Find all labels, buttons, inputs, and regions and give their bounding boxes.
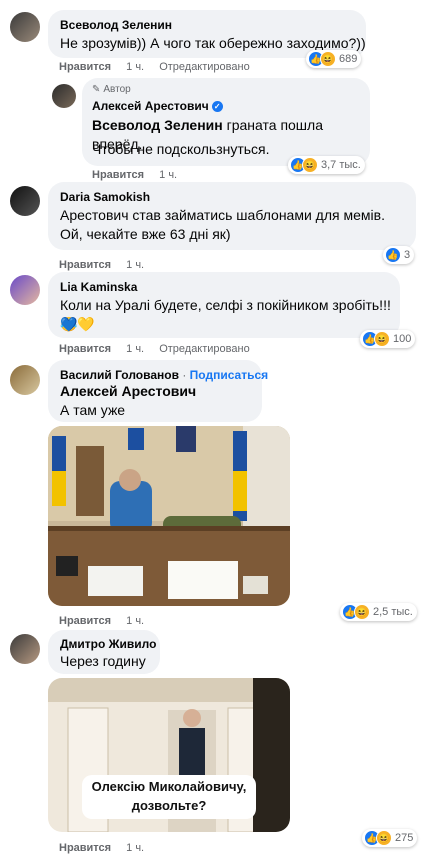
reaction-summary[interactable]: 👍 3 xyxy=(383,246,415,264)
comment-text: Через годину xyxy=(60,653,146,669)
haha-icon: 😆 xyxy=(376,830,392,846)
like-button[interactable]: Нравится xyxy=(59,259,111,271)
subscribe-link[interactable]: Подписаться xyxy=(190,368,268,382)
comment-text: Коли на Уралі будете, селфі з покійником… xyxy=(60,296,400,334)
comment-photo[interactable] xyxy=(48,426,290,606)
timestamp[interactable]: 1 ч. xyxy=(126,259,144,271)
avatar[interactable] xyxy=(10,275,40,305)
comment-author[interactable]: Daria Samokish xyxy=(60,190,150,204)
comment-actions: Нравится 1 ч. xyxy=(92,169,189,181)
like-button[interactable]: Нравится xyxy=(59,615,111,627)
comment-author[interactable]: Lia Kaminska xyxy=(60,280,137,294)
comment-actions: Нравится 1 ч. Отредактировано xyxy=(59,61,262,73)
avatar[interactable] xyxy=(10,634,40,664)
like-button[interactable]: Нравится xyxy=(92,169,144,181)
comment-bubble: Lia Kaminska Коли на Уралі будете, селфі… xyxy=(48,272,400,338)
reaction-count: 689 xyxy=(339,53,358,65)
avatar[interactable] xyxy=(10,365,40,395)
timestamp[interactable]: 1 ч. xyxy=(126,61,144,73)
reaction-count: 3,7 тыс. xyxy=(321,159,361,171)
like-button[interactable]: Нравится xyxy=(59,842,111,854)
verified-icon: ✓ xyxy=(211,101,223,113)
reaction-count: 2,5 тыс. xyxy=(373,606,413,618)
timestamp[interactable]: 1 ч. xyxy=(126,343,144,355)
avatar[interactable] xyxy=(10,186,40,216)
reaction-summary[interactable]: 👍 😆 689 xyxy=(306,50,362,68)
avatar[interactable] xyxy=(10,12,40,42)
reaction-summary[interactable]: 👍 😆 3,7 тыс. xyxy=(288,156,365,174)
separator: · xyxy=(182,368,187,382)
haha-icon: 😆 xyxy=(354,604,370,620)
reaction-summary[interactable]: 👍 😆 275 xyxy=(362,829,418,847)
comment-author[interactable]: Алексей Арестович ✓ xyxy=(92,99,223,113)
reply-bubble: ✎ Автор Алексей Арестович ✓ Всеволод Зелен… xyxy=(82,78,370,166)
author-name[interactable]: Алексей Арестович xyxy=(92,99,209,113)
comment-actions: Нравится 1 ч. xyxy=(59,615,156,627)
comment-text-line2: Чтобы не подскользнуться. xyxy=(92,141,270,157)
like-icon: 👍 xyxy=(385,247,401,263)
comment-author[interactable]: Василий Голованов xyxy=(60,368,179,382)
comment-header: Василий Голованов · Подписаться xyxy=(60,368,268,382)
text-fragment: Коли на Уралі будете, селфі з покійником… xyxy=(60,297,391,313)
comment-bubble: Daria Samokish Арестович став займатись … xyxy=(48,182,416,250)
comment-text: Арестович став займатись шаблонами для м… xyxy=(60,207,385,242)
office-photo xyxy=(48,426,290,606)
comment-bubble: Дмитро Живило Через годину xyxy=(48,630,160,674)
timestamp[interactable]: 1 ч. xyxy=(126,615,144,627)
mention-link[interactable]: Всеволод Зеленин xyxy=(92,117,223,133)
comment-author[interactable]: Всеволод Зеленин xyxy=(60,18,172,32)
author-badge-label: Автор xyxy=(103,84,131,95)
comment-actions: Нравится 1 ч. xyxy=(59,842,156,854)
avatar[interactable] xyxy=(52,84,76,108)
comment-photo[interactable]: Олексію Миколайовичу, дозвольте? xyxy=(48,678,290,832)
mention-link[interactable]: Алексей Арестович xyxy=(60,382,196,401)
haha-icon: 😆 xyxy=(374,331,390,347)
haha-icon: 😆 xyxy=(302,157,318,173)
like-button[interactable]: Нравится xyxy=(59,61,111,73)
timestamp[interactable]: 1 ч. xyxy=(159,169,177,181)
reaction-count: 3 xyxy=(404,249,411,261)
author-badge: ✎ Автор xyxy=(92,84,131,95)
timestamp[interactable]: 1 ч. xyxy=(126,842,144,854)
reaction-summary[interactable]: 👍 😆 100 xyxy=(360,330,416,348)
heart-emoji-icon: 💙💛 xyxy=(60,316,95,332)
comment-actions: Нравится 1 ч. xyxy=(59,259,156,271)
reaction-summary[interactable]: 👍 😆 2,5 тыс. xyxy=(340,603,417,621)
comment-text: А там уже xyxy=(60,402,126,418)
haha-icon: 😆 xyxy=(320,51,336,67)
image-caption: Олексію Миколайовичу, дозвольте? xyxy=(91,779,247,813)
comment-actions: Нравится 1 ч. Отредактировано xyxy=(59,343,262,355)
edited-label: Отредактировано xyxy=(159,61,250,73)
comment-bubble: Василий Голованов · Подписаться Алексей … xyxy=(48,360,268,422)
pen-icon: ✎ xyxy=(92,84,101,95)
comment-author[interactable]: Дмитро Живило xyxy=(60,637,156,651)
reaction-count: 275 xyxy=(395,832,414,844)
edited-label: Отредактировано xyxy=(159,343,250,355)
like-button[interactable]: Нравится xyxy=(59,343,111,355)
reaction-count: 100 xyxy=(393,333,412,345)
